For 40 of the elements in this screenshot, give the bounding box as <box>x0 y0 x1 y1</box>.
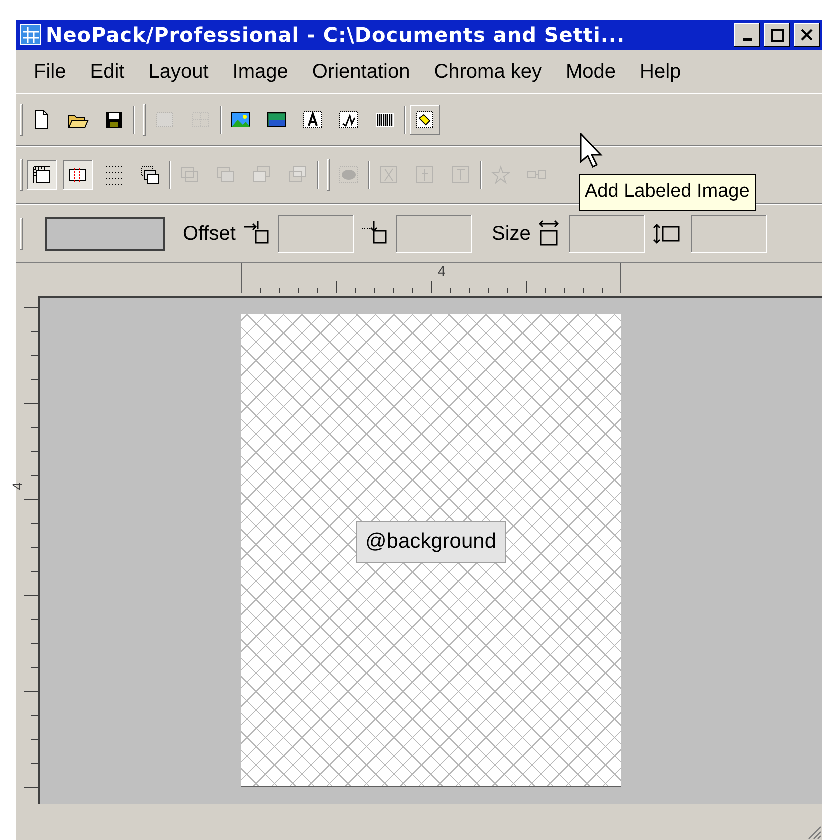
resize-grip-icon <box>806 824 822 840</box>
input-field[interactable] <box>690 214 767 252</box>
input-field[interactable] <box>568 214 645 252</box>
grid-icon <box>20 24 42 46</box>
letter-frame-icon <box>302 108 324 130</box>
menu-item[interactable]: Edit <box>78 56 137 86</box>
star-icon <box>490 164 512 186</box>
menu-item[interactable]: Chroma key <box>422 56 554 86</box>
signature-frame-icon <box>338 108 360 130</box>
size-label: Size <box>492 222 531 246</box>
object-label[interactable]: @background <box>356 521 506 563</box>
color-swatch[interactable] <box>45 216 165 250</box>
offset-label: Offset <box>183 222 236 246</box>
ruler-label: 4 <box>8 482 26 490</box>
menu-item[interactable]: Help <box>628 56 694 86</box>
tooltip: Add Labeled Image <box>579 174 756 210</box>
maximize-icon <box>770 28 784 42</box>
dot-grid-icon <box>103 164 125 186</box>
toolbar-button[interactable] <box>27 160 57 190</box>
input-field[interactable] <box>396 214 472 252</box>
stacked-frames-icon <box>139 164 161 186</box>
window-title: NeoPack/Professional - C:\Documents and Setti... <box>46 22 626 49</box>
maximize-button[interactable] <box>764 23 790 47</box>
align-center-icon <box>414 164 436 186</box>
ruler-label: 4 <box>438 262 446 281</box>
tag-icon <box>414 108 436 130</box>
menu-item[interactable]: File <box>22 56 78 86</box>
menu-item[interactable]: Mode <box>554 56 628 86</box>
menu-item[interactable]: Image <box>220 56 300 86</box>
close-button[interactable] <box>794 23 820 47</box>
ruler-frame-icon <box>31 164 53 186</box>
input-field[interactable] <box>278 214 354 252</box>
minimize-button[interactable] <box>734 23 760 47</box>
close-icon <box>801 29 813 41</box>
align-middle-icon <box>378 164 400 186</box>
menu-item[interactable]: Orientation <box>300 56 422 86</box>
align-top-icon <box>450 164 472 186</box>
minimize-icon <box>742 38 752 41</box>
menu-item[interactable]: Layout <box>136 56 221 86</box>
toolbar-button[interactable] <box>63 160 93 190</box>
